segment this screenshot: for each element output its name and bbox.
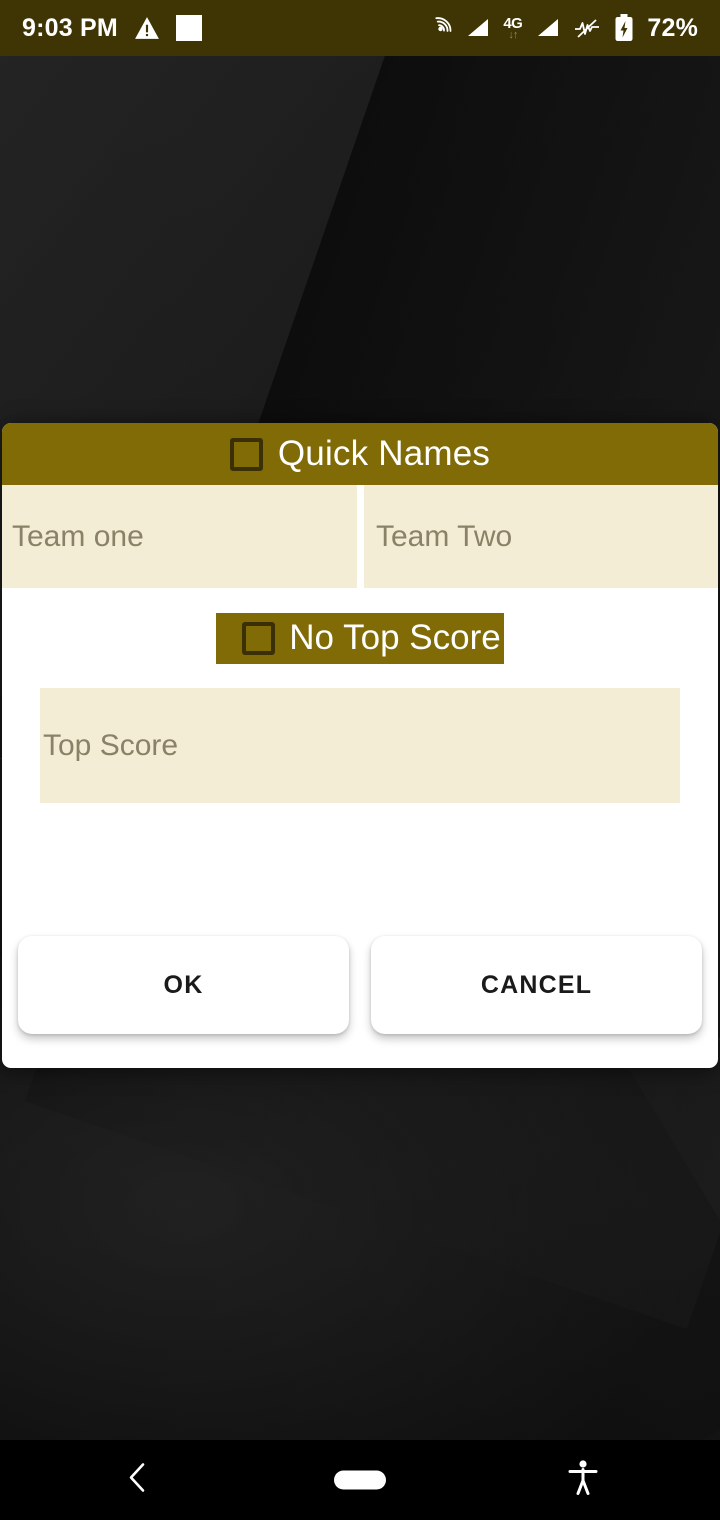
signal-bars-icon: [465, 16, 490, 40]
top-score-input[interactable]: Top Score: [40, 688, 680, 803]
ok-button[interactable]: OK: [18, 936, 349, 1034]
network-data-arrows: ↓↑: [508, 28, 518, 41]
accessibility-icon[interactable]: [568, 1460, 598, 1501]
cast-icon: [427, 16, 452, 40]
chevron-left-icon[interactable]: [124, 1461, 150, 1500]
network-4g-icon: 4G ↓↑: [503, 16, 523, 41]
no-top-score-row: No Top Score: [2, 588, 718, 688]
dialog-title: Quick Names: [277, 434, 491, 473]
quick-names-dialog: Quick Names Team one Team Two No Top Sco…: [2, 423, 718, 1068]
dialog-button-bar: OK CANCEL: [18, 936, 702, 1034]
phone-screen: 9:03 PM 4G ↓↑ 72% Quick Names Team one T…: [0, 0, 720, 1520]
no-top-score-checkbox-row[interactable]: No Top Score: [216, 612, 504, 664]
white-square-icon: [175, 15, 202, 41]
no-top-score-label: No Top Score: [289, 618, 501, 657]
dialog-header[interactable]: Quick Names: [2, 423, 718, 485]
battery-percent-label: 72%: [647, 13, 698, 42]
status-bar-right: 4G ↓↑ 72%: [427, 14, 698, 43]
home-pill-icon[interactable]: [334, 1470, 386, 1490]
status-bar: 9:03 PM 4G ↓↑ 72%: [0, 0, 720, 56]
cancel-button[interactable]: CANCEL: [371, 936, 702, 1034]
team-two-input[interactable]: Team Two: [364, 485, 718, 588]
quick-names-checkbox[interactable]: [229, 437, 263, 471]
signal-bars-secondary-icon: [535, 16, 560, 40]
warning-icon: [134, 16, 160, 40]
no-top-score-checkbox[interactable]: [242, 621, 276, 655]
top-score-field-wrap: Top Score: [2, 688, 718, 803]
team-one-input[interactable]: Team one: [2, 485, 357, 588]
team-name-fields-row: Team one Team Two: [2, 485, 718, 588]
no-service-icon: [573, 16, 601, 40]
navigation-bar: [0, 1440, 720, 1520]
status-bar-left: 9:03 PM: [22, 14, 202, 43]
battery-charging-icon: [614, 14, 634, 42]
status-bar-clock: 9:03 PM: [22, 13, 118, 42]
